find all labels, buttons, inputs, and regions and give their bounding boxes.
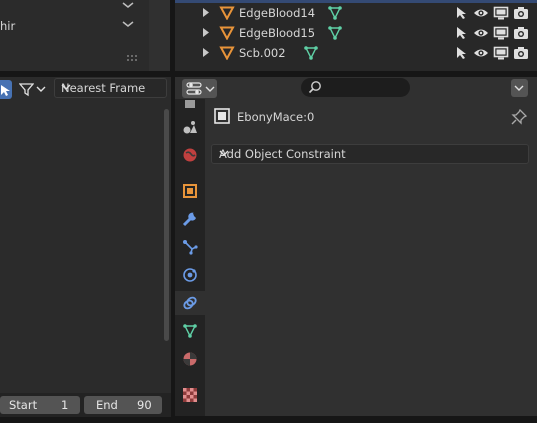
mesh-data-icon[interactable]	[303, 46, 319, 60]
properties-editor-icon	[186, 82, 202, 95]
expand-arrow-icon[interactable]	[202, 8, 210, 17]
properties-tab-strip	[175, 99, 205, 416]
timeline-editor: Nearest Frame	[0, 77, 171, 416]
properties-search-input[interactable]	[301, 78, 410, 97]
only-show-selected-button[interactable]	[0, 80, 12, 99]
expand-arrow-icon[interactable]	[202, 28, 210, 37]
mesh-data-icon[interactable]	[327, 6, 343, 20]
properties-content: EbonyMace:0 Add Object Constraint	[205, 99, 537, 416]
object-icon	[219, 26, 235, 40]
chevron-down-icon[interactable]	[121, 19, 135, 29]
funnel-icon	[19, 82, 34, 97]
tab-render[interactable]	[175, 115, 205, 139]
object-icon	[219, 46, 235, 60]
add-object-constraint-dropdown[interactable]: Add Object Constraint	[211, 144, 529, 164]
chevron-down-icon	[219, 149, 524, 157]
tab-material[interactable]	[175, 347, 205, 371]
top-left-panel: hir	[0, 0, 170, 71]
world-icon	[182, 147, 198, 163]
chevron-down-icon	[205, 85, 215, 93]
tab-particles[interactable]	[175, 235, 205, 259]
top-left-dropdown-text: hir	[0, 19, 16, 33]
render-camera-icon[interactable]	[513, 46, 529, 60]
modifier-icon	[182, 211, 198, 227]
viewport-monitor-icon[interactable]	[493, 6, 509, 20]
chevron-down-icon	[36, 85, 46, 93]
object-icon	[219, 6, 235, 20]
interpolation-dropdown[interactable]: Nearest Frame	[54, 78, 167, 98]
chevron-down-icon[interactable]	[121, 0, 135, 10]
search-icon	[308, 80, 322, 94]
outliner-row[interactable]: Scb.002	[175, 43, 537, 63]
end-value: 90	[137, 398, 152, 412]
tab-object[interactable]	[175, 179, 205, 203]
object-icon	[213, 107, 231, 125]
chevron-down-icon	[61, 83, 162, 91]
object-constraint-icon	[182, 295, 198, 311]
filter-dropdown[interactable]	[17, 80, 48, 99]
options-dropdown[interactable]	[511, 79, 528, 97]
physics-icon	[182, 267, 198, 283]
tab-texture[interactable]	[175, 383, 205, 407]
visibility-eye-icon[interactable]	[473, 46, 489, 60]
mesh-data-icon[interactable]	[327, 26, 343, 40]
selectable-cursor-icon[interactable]	[454, 26, 468, 40]
outliner-item-name[interactable]: Scb.002	[239, 46, 286, 60]
material-icon	[182, 351, 198, 367]
tab-object-data[interactable]	[175, 319, 205, 343]
selectable-cursor-icon[interactable]	[454, 46, 468, 60]
start-value: 1	[61, 398, 69, 412]
tool-icon	[182, 99, 198, 109]
vertical-scrollbar[interactable]	[164, 109, 169, 341]
viewport-monitor-icon[interactable]	[493, 26, 509, 40]
end-label: End	[96, 398, 118, 412]
drag-grip-icon[interactable]	[126, 53, 140, 63]
particles-icon	[182, 239, 198, 255]
object-name: EbonyMace:0	[237, 110, 315, 124]
pin-icon[interactable]	[511, 109, 527, 125]
object-data-icon	[182, 323, 198, 339]
outliner: EdgeBlood14 EdgeBlood15 Scb.002	[175, 0, 537, 71]
top-left-dropdown[interactable]	[0, 14, 141, 36]
texture-icon	[182, 387, 198, 403]
viewport-monitor-icon[interactable]	[493, 46, 509, 60]
properties-editor: EbonyMace:0 Add Object Constraint	[175, 77, 537, 416]
timeline-body[interactable]	[0, 101, 171, 391]
object-icon	[182, 183, 198, 199]
panel-side-strip	[149, 0, 170, 71]
visibility-eye-icon[interactable]	[473, 6, 489, 20]
tab-object-constraint[interactable]	[175, 291, 205, 315]
expand-arrow-icon[interactable]	[202, 48, 210, 57]
outliner-row[interactable]: EdgeBlood15	[175, 23, 537, 43]
outliner-item-name[interactable]: EdgeBlood15	[239, 26, 315, 40]
tab-physics[interactable]	[175, 263, 205, 287]
frame-range-bar: Start 1 End 90	[0, 393, 171, 417]
chevron-down-icon	[514, 84, 524, 92]
render-camera-icon[interactable]	[513, 26, 529, 40]
render-camera-icon[interactable]	[513, 6, 529, 20]
visibility-eye-icon[interactable]	[473, 26, 489, 40]
start-label: Start	[9, 398, 38, 412]
tab-world[interactable]	[175, 143, 205, 167]
outliner-row[interactable]: EdgeBlood14	[175, 3, 537, 23]
selectable-cursor-icon[interactable]	[454, 6, 468, 20]
outliner-item-name[interactable]: EdgeBlood14	[239, 6, 315, 20]
scene-icon	[182, 119, 198, 135]
tab-modifier[interactable]	[175, 207, 205, 231]
